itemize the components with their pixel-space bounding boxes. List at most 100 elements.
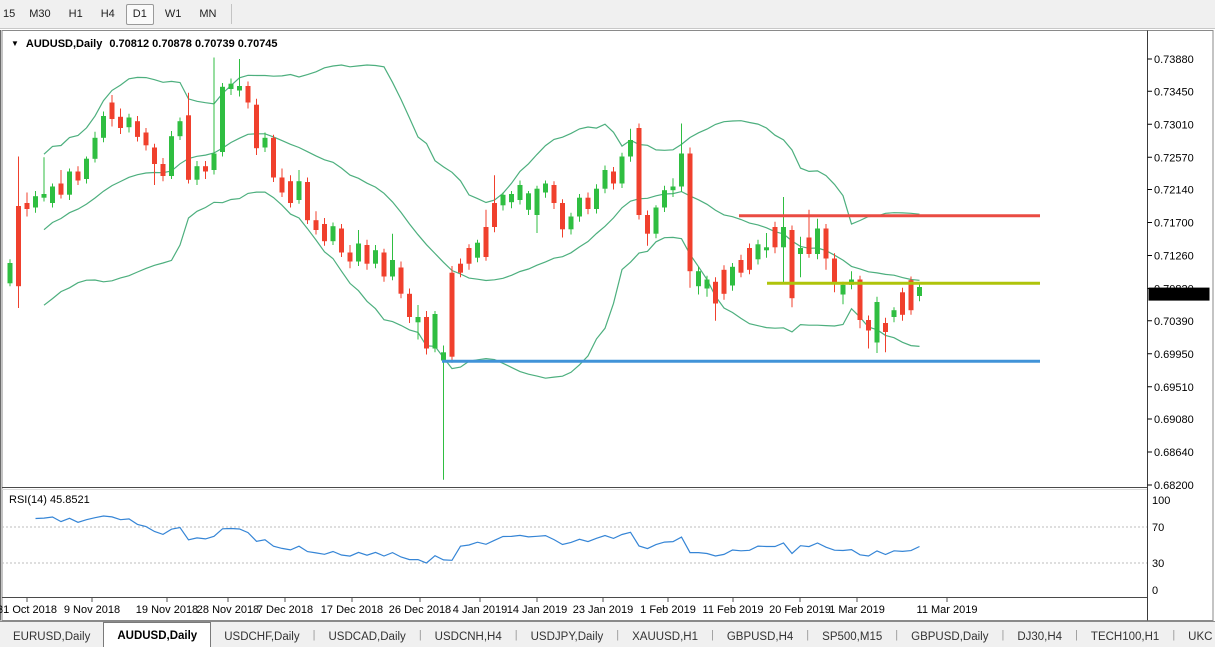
candle-body xyxy=(773,227,778,247)
candle-body xyxy=(875,302,880,343)
candle-body xyxy=(67,172,72,195)
candle-body xyxy=(84,159,89,179)
price-label: 0.68640 xyxy=(1154,447,1194,459)
candle-body xyxy=(416,317,421,322)
price-label: 0.73880 xyxy=(1154,54,1194,66)
price-label: 0.71260 xyxy=(1154,251,1194,263)
date-label: 1 Feb 2019 xyxy=(640,604,696,616)
candle-body xyxy=(144,133,149,146)
timeframe-button-m30[interactable]: M30 xyxy=(22,4,57,25)
rsi-indicator-label: RSI(14) 45.8521 xyxy=(9,494,90,506)
date-label: 17 Dec 2018 xyxy=(321,604,383,616)
candle-body xyxy=(654,208,659,234)
chevron-down-icon[interactable]: ▼ xyxy=(11,40,19,48)
date-label: 11 Feb 2019 xyxy=(703,604,764,616)
date-label: 9 Nov 2018 xyxy=(64,604,120,616)
candle-body xyxy=(314,220,319,230)
tab-tech100-h1[interactable]: TECH100,H1 xyxy=(1078,625,1172,647)
timeframe-button-h4[interactable]: H4 xyxy=(94,4,122,25)
tab-usdchf-daily[interactable]: USDCHF,Daily xyxy=(211,625,312,647)
candle-body xyxy=(552,185,557,203)
toolbar-separator xyxy=(231,4,232,24)
candle-body xyxy=(790,230,795,298)
timeframe-button-15[interactable]: 15 xyxy=(0,4,18,25)
candle-body xyxy=(127,118,132,128)
candle-body xyxy=(543,184,548,193)
candle-body xyxy=(688,154,693,272)
bollinger-lower-band xyxy=(44,192,920,378)
timeframe-button-h1[interactable]: H1 xyxy=(62,4,90,25)
candle-body xyxy=(509,194,514,202)
timeframe-button-d1[interactable]: D1 xyxy=(126,4,154,25)
candle-body xyxy=(526,193,531,210)
candle-body xyxy=(594,189,599,209)
candle-body xyxy=(50,187,55,204)
candle-body xyxy=(866,320,871,331)
tab-eurusd-daily[interactable]: EURUSD,Daily xyxy=(0,625,103,647)
candle-body xyxy=(739,260,744,273)
tab-dj30-h4[interactable]: DJ30,H4 xyxy=(1004,625,1075,647)
candle-body xyxy=(492,203,497,227)
candle-body xyxy=(696,271,701,286)
tab-xauusd-h1[interactable]: XAUUSD,H1 xyxy=(619,625,711,647)
candle-body xyxy=(178,121,183,136)
candle-body xyxy=(280,178,285,193)
price-label: 0.72570 xyxy=(1154,152,1194,164)
tab-sp500-m15[interactable]: SP500,M15 xyxy=(809,625,895,647)
candle-body xyxy=(858,280,863,321)
candle-body xyxy=(382,253,387,277)
date-label: 7 Dec 2018 xyxy=(257,604,313,616)
candle-body xyxy=(917,287,922,296)
rsi-scale-label: 70 xyxy=(1152,522,1164,534)
candle-body xyxy=(518,185,523,200)
candle-body xyxy=(679,154,684,187)
candle-body xyxy=(560,203,565,229)
candle-body xyxy=(475,243,480,258)
candle-body xyxy=(195,166,200,180)
candle-body xyxy=(25,203,30,209)
candle-body xyxy=(637,128,642,215)
candle-body xyxy=(373,250,378,264)
candle-body xyxy=(577,198,582,217)
candle-body xyxy=(501,195,506,206)
candle-body xyxy=(365,245,370,264)
chart-canvas[interactable]: 0.738800.734500.730100.725700.721400.717… xyxy=(0,0,1215,621)
candle-body xyxy=(110,103,115,120)
candle-body xyxy=(271,138,276,178)
candle-body xyxy=(118,117,123,128)
tab-usdcnh-h4[interactable]: USDCNH,H4 xyxy=(422,625,515,647)
candle-body xyxy=(390,260,395,277)
tab-usdjpy-daily[interactable]: USDJPY,Daily xyxy=(518,625,617,647)
date-label: 28 Nov 2018 xyxy=(197,604,259,616)
candle-body xyxy=(841,285,846,295)
candle-body xyxy=(288,181,293,203)
tab-audusd-daily[interactable]: AUDUSD,Daily xyxy=(103,622,211,647)
candle-body xyxy=(263,138,268,148)
price-label: 0.69510 xyxy=(1154,382,1194,394)
candle-body xyxy=(484,227,489,257)
candle-body xyxy=(892,310,897,317)
candle-body xyxy=(730,267,735,286)
candle-body xyxy=(450,273,455,357)
candle-body xyxy=(8,263,13,283)
tab-usdcad-daily[interactable]: USDCAD,Daily xyxy=(315,625,418,647)
candle-body xyxy=(246,86,251,103)
tab-list: EURUSD,DailyAUDUSD,DailyUSDCHF,Daily|USD… xyxy=(0,622,1215,647)
candle-body xyxy=(671,187,676,191)
tab-gbpusd-h4[interactable]: GBPUSD,H4 xyxy=(714,625,806,647)
date-label: 20 Feb 2019 xyxy=(769,604,831,616)
candle-body xyxy=(807,238,812,255)
candle-body xyxy=(441,352,446,360)
tab-ukc[interactable]: UKC xyxy=(1175,625,1215,647)
candle-body xyxy=(152,148,157,165)
date-label: 31 Oct 2018 xyxy=(0,604,57,616)
candle-body xyxy=(16,206,21,286)
tab-gbpusd-daily[interactable]: GBPUSD,Daily xyxy=(898,625,1001,647)
bollinger-middle-band xyxy=(44,134,920,281)
candle-body xyxy=(611,172,616,184)
timeframe-button-w1[interactable]: W1 xyxy=(158,4,189,25)
candle-body xyxy=(254,105,259,149)
candle-body xyxy=(42,194,47,198)
candle-body xyxy=(705,280,710,289)
timeframe-button-mn[interactable]: MN xyxy=(192,4,223,25)
